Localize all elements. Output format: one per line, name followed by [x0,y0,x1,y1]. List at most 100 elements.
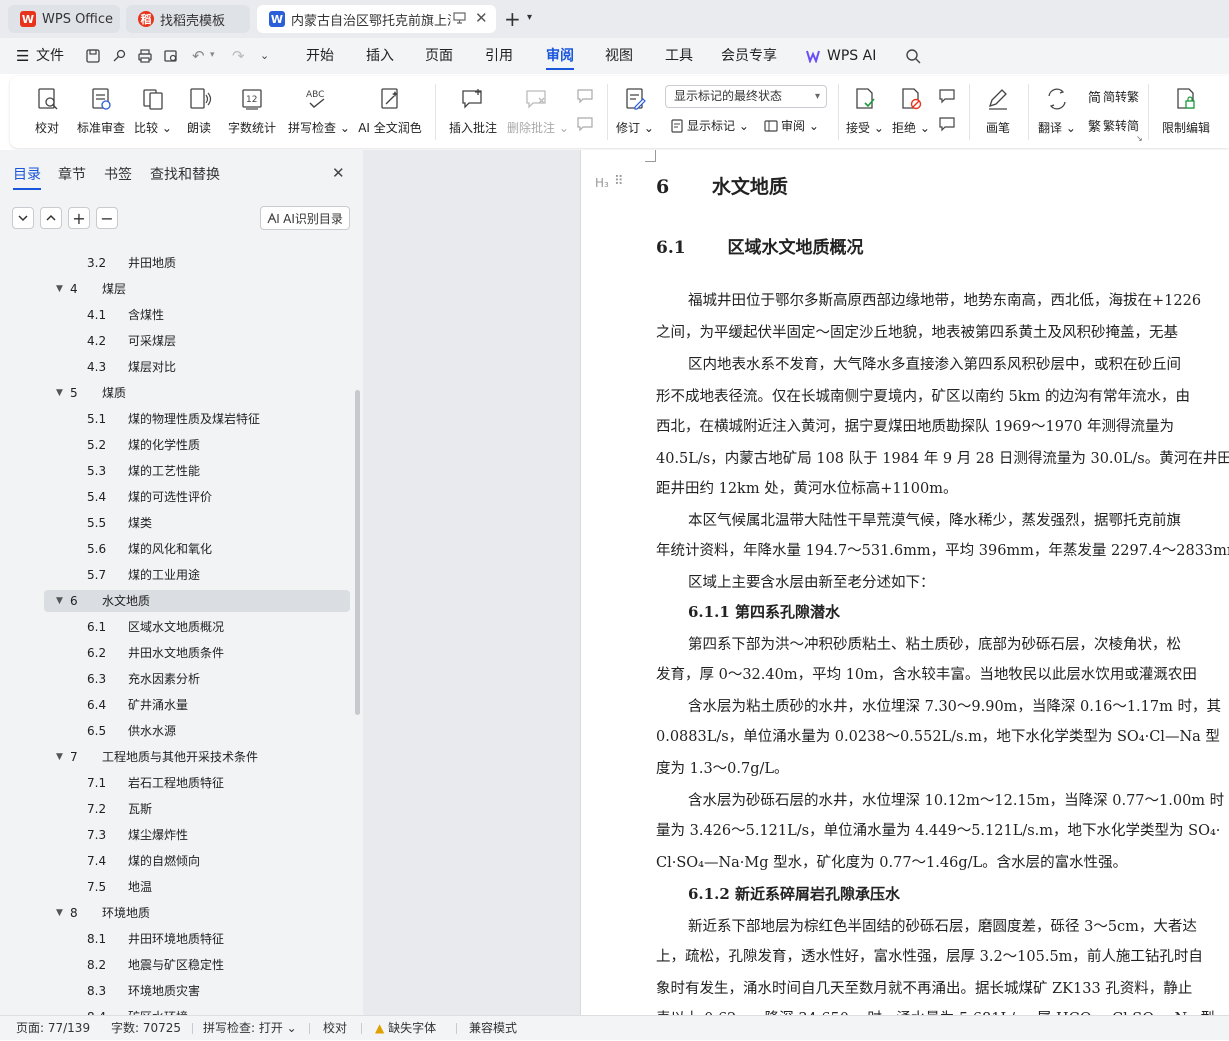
save-icon[interactable] [85,48,101,68]
share-link-icon[interactable] [111,48,127,68]
proofread-button[interactable]: 校对 [30,86,64,136]
pen-button[interactable]: 画笔 [982,86,1014,136]
toc-item[interactable]: 8.2 地震与矿区稳定性 [44,954,350,976]
toc-item[interactable]: 5.3 煤的工艺性能 [44,460,350,482]
toc-item[interactable]: 7.3 煤尘爆炸性 [44,824,350,846]
spell-check-status[interactable]: 拼写检查: 打开 ⌄ [203,1016,297,1041]
toc-item[interactable]: 6.3 充水因素分析 [44,668,350,690]
chevron-down-icon[interactable]: ▾ [527,12,532,23]
toc-item[interactable]: 5.2 煤的化学性质 [44,434,350,456]
to-traditional-button[interactable]: 简 简转繁 [1088,87,1139,106]
menu-tools[interactable]: 工具 [665,38,693,74]
toc-item[interactable]: 4.3 煤层对比 [44,356,350,378]
remove-heading-button[interactable]: − [96,207,118,229]
previous-comment-icon[interactable] [576,88,594,108]
menu-page[interactable]: 页面 [425,38,453,74]
document-page[interactable]: H₃ ⠿ 6 水文地质 6.1 区域水文地质概况 6.1.1 第四系孔隙潜水 6… [580,150,1229,1015]
toc-item[interactable]: 8.4 矿区水环境 [44,1006,350,1015]
reject-button[interactable]: 拒绝 ⌄ [892,86,930,136]
previous-change-icon[interactable] [938,88,956,108]
restrict-edit-button[interactable]: 限制编辑 [1160,86,1212,136]
collapse-all-button[interactable] [12,207,34,229]
redo-icon[interactable]: ↷ [232,47,245,65]
spell-check-button[interactable]: ABC 拼写检查 ⌄ [288,86,350,136]
review-pane-button[interactable]: 审阅 ⌄ [764,117,819,134]
toc-item[interactable]: 6.4 矿井涌水量 [44,694,350,716]
drag-handle-icon[interactable]: ⠿ [614,174,623,189]
read-aloud-button[interactable]: 朗读 [184,86,214,136]
nav-tab-chapters[interactable]: 章节 [58,164,86,184]
toc-item[interactable]: 7.4 煤的自燃倾向 [44,850,350,872]
nav-tab-bookmarks[interactable]: 书签 [104,164,132,184]
insert-comment-button[interactable]: 插入批注 [447,86,499,136]
toc-item[interactable]: 5.4 煤的可选性评价 [44,486,350,508]
close-pane-icon[interactable]: ✕ [332,164,345,182]
missing-font-status[interactable]: ▲ 缺失字体 [375,1016,436,1041]
page-indicator[interactable]: 页面: 77/139 [16,1016,90,1041]
menu-wps-ai[interactable]: WPS AI [827,38,876,74]
toc-item[interactable]: ▼ 7 工程地质与其他开采技术条件 [44,746,350,768]
menu-review[interactable]: 审阅 [546,38,574,74]
expand-triangle-icon[interactable]: ▼ [56,902,63,924]
expand-triangle-icon[interactable]: ▼ [56,746,63,768]
print-icon[interactable] [137,48,153,68]
show-markup-button[interactable]: 显示标记 ⌄ [670,117,749,134]
toc-item[interactable]: 5.5 煤类 [44,512,350,534]
next-change-icon[interactable] [938,116,956,136]
nav-tab-find-replace[interactable]: 查找和替换 [150,164,220,184]
toc-item[interactable]: 3.2 井田地质 [44,252,350,274]
menu-view[interactable]: 视图 [605,38,633,74]
menu-member[interactable]: 会员专享 [721,38,777,74]
expand-triangle-icon[interactable]: ▼ [56,382,63,404]
print-preview-icon[interactable] [163,48,179,68]
close-tab-icon[interactable]: ✕ [475,9,488,27]
expand-triangle-icon[interactable]: ▼ [56,278,63,300]
toc-item[interactable]: 4.2 可采煤层 [44,330,350,352]
menu-home[interactable]: 开始 [306,38,334,74]
new-tab-icon[interactable]: + [504,7,521,31]
toc-item[interactable]: 4.1 含煤性 [44,304,350,326]
toc-item[interactable]: 8.1 井田环境地质特征 [44,928,350,950]
tab-template[interactable]: 稻 找稻壳模板 [126,5,250,33]
to-simplified-button[interactable]: 繁 繁转简 [1088,116,1139,135]
toc-item[interactable]: 6.5 供水水源 [44,720,350,742]
toc-item[interactable]: ▼ 6 水文地质 [44,590,350,612]
menu-insert[interactable]: 插入 [366,38,394,74]
expand-up-button[interactable] [40,207,62,229]
word-count-button[interactable]: 12 字数统计 [226,86,278,136]
next-comment-icon[interactable] [576,116,594,136]
search-icon[interactable] [905,48,921,68]
toc-item[interactable]: 5.7 煤的工业用途 [44,564,350,586]
toc-scrollbar[interactable] [355,390,360,715]
hamburger-icon[interactable]: ☰ [16,38,29,74]
delete-comment-button[interactable]: 删除批注 ⌄ [507,86,569,136]
translate-button[interactable]: 翻译 ⌄ [1038,86,1076,136]
accept-button[interactable]: 接受 ⌄ [846,86,884,136]
proofread-status[interactable]: 校对 [323,1016,347,1041]
nav-tab-toc[interactable]: 目录 [13,164,41,190]
undo-dropdown-icon[interactable]: ▾ [210,50,215,60]
ai-polish-button[interactable]: AI 全文润色 [356,86,424,136]
toc-item[interactable]: 6.2 井田水文地质条件 [44,642,350,664]
monitor-icon[interactable] [453,12,466,28]
menu-reference[interactable]: 引用 [485,38,513,74]
tab-wps-office[interactable]: W WPS Office [8,5,120,33]
toc-item[interactable]: 8.3 环境地质灾害 [44,980,350,1002]
tab-document[interactable]: W 内蒙古自治区鄂托克前旗上海 ✕ [257,5,496,33]
word-count-indicator[interactable]: 字数: 70725 [111,1016,181,1041]
toc-item[interactable]: 7.2 瓦斯 [44,798,350,820]
toc-item[interactable]: 5.6 煤的风化和氧化 [44,538,350,560]
add-heading-button[interactable]: + [68,207,90,229]
toc-item[interactable]: ▼ 5 煤质 [44,382,350,404]
track-changes-button[interactable]: 修订 ⌄ [616,86,654,136]
toc-item[interactable]: 7.1 岩石工程地质特征 [44,772,350,794]
toc-item[interactable]: ▼ 4 煤层 [44,278,350,300]
toc-item[interactable]: 5.1 煤的物理性质及煤岩特征 [44,408,350,430]
more-dropdown-icon[interactable]: ⌄ [260,49,269,62]
toc-item[interactable]: 7.5 地温 [44,876,350,898]
menu-file[interactable]: 文件 [36,38,64,74]
ai-toc-button[interactable]: AI识别目录 [260,206,350,230]
toc-item[interactable]: ▼ 8 环境地质 [44,902,350,924]
toc-item[interactable]: 6.1 区域水文地质概况 [44,616,350,638]
standard-review-button[interactable]: 标准审查 [74,86,128,136]
